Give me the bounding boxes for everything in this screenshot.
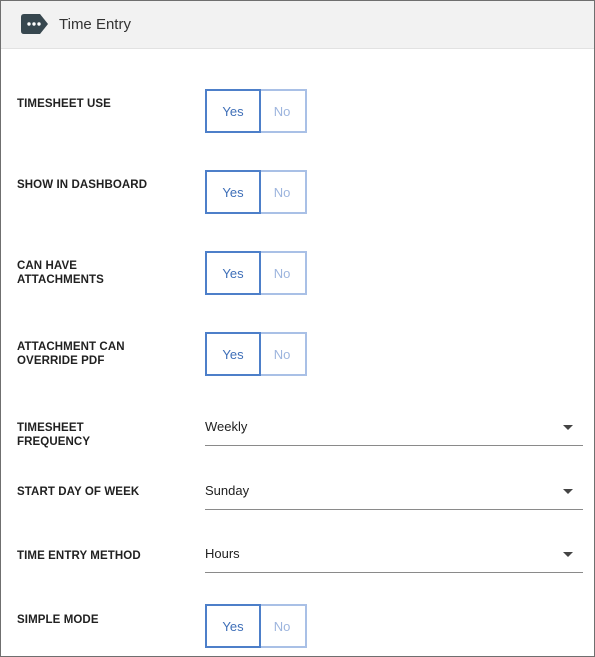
time-entry-method-value: Hours (205, 546, 240, 561)
show-in-dashboard-label: SHOW IN DASHBOARD (17, 179, 148, 191)
chevron-down-icon (563, 425, 573, 430)
can-have-attachments-no-button[interactable]: No (259, 251, 307, 295)
attachment-override-pdf-label-line1: ATTACHMENT CAN (17, 341, 125, 353)
timesheet-use-yes-button[interactable]: Yes (205, 89, 261, 133)
start-day-of-week-label: START DAY OF WEEK (17, 486, 140, 498)
panel-title: Time Entry (59, 16, 131, 33)
chevron-down-icon (563, 489, 573, 494)
timesheet-use-toggle: Yes No (205, 89, 307, 133)
attachment-override-pdf-yes-button[interactable]: Yes (205, 332, 261, 376)
can-have-attachments-label: CAN HAVE ATTACHMENTS (17, 259, 197, 287)
timesheet-frequency-label: TIMESHEET FREQUENCY (17, 421, 197, 449)
simple-mode-toggle: Yes No (205, 604, 307, 648)
can-have-attachments-label-line1: CAN HAVE (17, 260, 78, 272)
show-in-dashboard-toggle: Yes No (205, 170, 307, 214)
show-in-dashboard-no-button[interactable]: No (259, 170, 307, 214)
attachment-override-pdf-toggle: Yes No (205, 332, 307, 376)
start-day-of-week-select[interactable]: Sunday (205, 483, 583, 510)
timesheet-use-no-button[interactable]: No (259, 89, 307, 133)
can-have-attachments-yes-button[interactable]: Yes (205, 251, 261, 295)
timesheet-frequency-select[interactable]: Weekly (205, 419, 583, 446)
timesheet-frequency-label-line2: FREQUENCY (17, 436, 91, 448)
attachment-override-pdf-label: ATTACHMENT CAN OVERRIDE PDF (17, 340, 197, 368)
timesheet-use-label: TIMESHEET USE (17, 98, 111, 110)
tag-more-icon (21, 14, 48, 34)
attachment-override-pdf-no-button[interactable]: No (259, 332, 307, 376)
time-entry-method-label: TIME ENTRY METHOD (17, 550, 141, 562)
can-have-attachments-label-line2: ATTACHMENTS (17, 274, 104, 286)
can-have-attachments-toggle: Yes No (205, 251, 307, 295)
show-in-dashboard-yes-button[interactable]: Yes (205, 170, 261, 214)
time-entry-method-select[interactable]: Hours (205, 546, 583, 573)
simple-mode-label: SIMPLE MODE (17, 614, 99, 626)
start-day-of-week-value: Sunday (205, 483, 250, 498)
simple-mode-yes-button[interactable]: Yes (205, 604, 261, 648)
chevron-down-icon (563, 552, 573, 557)
attachment-override-pdf-label-line2: OVERRIDE PDF (17, 355, 105, 367)
time-entry-panel: Time Entry TIMESHEET USE Yes No SHOW IN … (0, 0, 595, 657)
simple-mode-no-button[interactable]: No (259, 604, 307, 648)
timesheet-frequency-value: Weekly (205, 419, 248, 434)
timesheet-frequency-label-line1: TIMESHEET (17, 422, 84, 434)
panel-header: Time Entry (1, 1, 594, 49)
